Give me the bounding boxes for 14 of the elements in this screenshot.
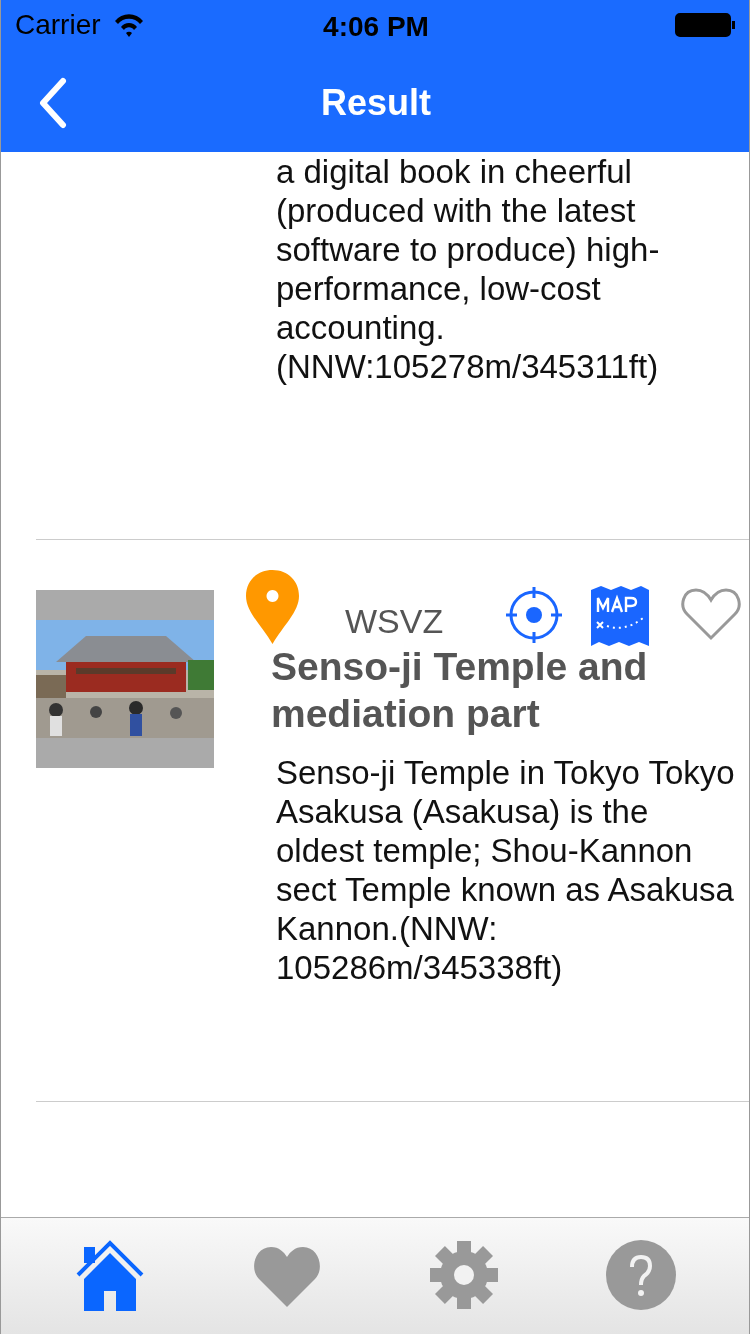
- location-pin-icon: [244, 568, 301, 646]
- locate-button[interactable]: [505, 586, 563, 644]
- help-tab[interactable]: [604, 1239, 677, 1313]
- place-title: Senso-ji Temple and mediation part: [271, 644, 649, 737]
- favorite-button[interactable]: [681, 586, 741, 642]
- nav-title: Result: [321, 81, 431, 125]
- back-button[interactable]: [37, 77, 69, 129]
- place-code: WSVZ: [345, 601, 444, 642]
- status-time: 4:06 PM: [323, 10, 429, 44]
- place-description: a digital book in cheerful (produced with the latest software to produce) high-performance, low-cost accounting.(NNW:105278m/345311ft): [275, 152, 661, 386]
- map-button[interactable]: [591, 586, 649, 646]
- carrier-name: Carrier: [15, 8, 101, 42]
- battery-icon: [675, 13, 737, 37]
- place-description: Senso-ji Temple in Tokyo Tokyo Asakusa (Asakusa) is the oldest temple; Shou-Kannon sect Temple known as Asakusa Kannon.(NNW: 105286m/345338ft): [275, 753, 736, 987]
